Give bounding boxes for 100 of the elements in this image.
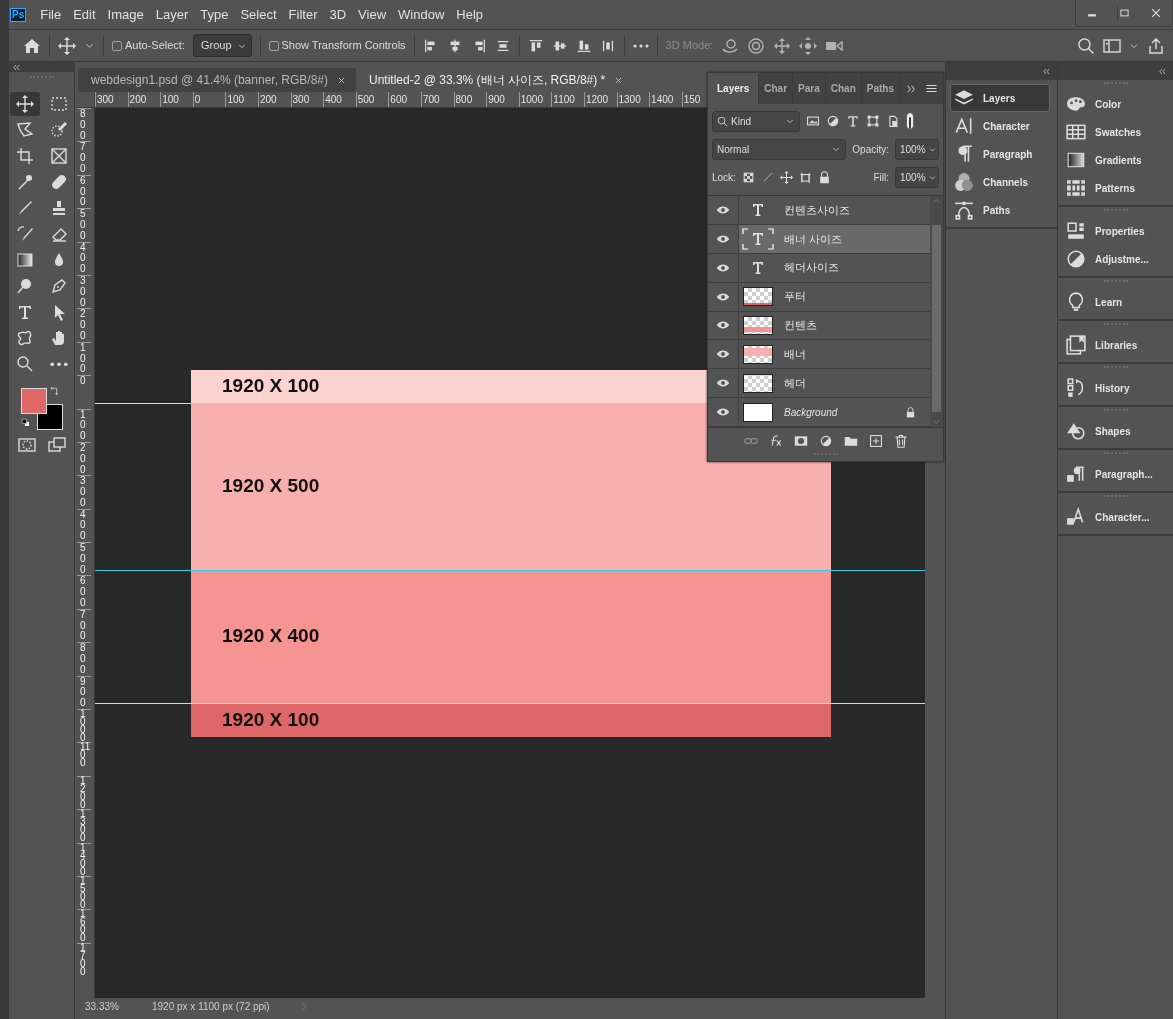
- menu-item[interactable]: File: [34, 4, 68, 25]
- layer-row[interactable]: 컨텐츠사이즈: [708, 196, 930, 225]
- lock-icon[interactable]: [905, 406, 916, 418]
- panel-item[interactable]: History: [1062, 374, 1168, 402]
- menu-item[interactable]: Image: [101, 4, 150, 25]
- layer-row[interactable]: 배너 사이즈: [708, 224, 930, 254]
- ruler-label: 1700: [77, 942, 91, 977]
- trash-icon[interactable]: [893, 433, 908, 448]
- align-icon[interactable]: [527, 37, 544, 54]
- fill-field[interactable]: 100%: [895, 166, 939, 188]
- panel-item[interactable]: Shapes: [1062, 417, 1168, 445]
- checkbox-label[interactable]: Auto-Select:: [125, 37, 185, 54]
- fill-label: Fill:: [873, 170, 889, 185]
- layer-thumbnail: [743, 402, 773, 422]
- panel-item[interactable]: Color: [1062, 90, 1168, 118]
- panel-item[interactable]: Learn: [1062, 288, 1168, 316]
- shape-filter-icon[interactable]: [866, 114, 880, 128]
- panel-item[interactable]: Patterns: [1062, 174, 1168, 202]
- panel-item[interactable]: Layers: [950, 84, 1050, 112]
- menu-item[interactable]: View: [352, 4, 393, 25]
- opacity-field[interactable]: 100%: [895, 138, 939, 160]
- layer-row[interactable]: 푸터: [708, 282, 930, 312]
- share-icon[interactable]: [1147, 36, 1165, 55]
- new-layer-icon[interactable]: [868, 433, 883, 448]
- layer-name: 배너: [784, 347, 806, 363]
- menu-item[interactable]: Select: [234, 4, 283, 25]
- document-tab[interactable]: webdesign1.psd @ 41.4% (banner, RGB/8#): [78, 68, 356, 92]
- pixel-filter-icon[interactable]: [806, 114, 820, 128]
- menu-item[interactable]: Layer: [149, 4, 195, 25]
- panel-item[interactable]: Character: [950, 112, 1050, 140]
- fx-icon[interactable]: [768, 433, 783, 448]
- smart-object-filter-icon[interactable]: [886, 114, 900, 128]
- adjustment-filter-icon[interactable]: [826, 114, 840, 128]
- dropdown[interactable]: Group: [192, 34, 252, 57]
- filter-dropdown[interactable]: Kind: [712, 110, 800, 132]
- collapse-icon[interactable]: [1042, 66, 1051, 76]
- home-icon[interactable]: [23, 36, 41, 55]
- close-icon[interactable]: [337, 75, 346, 85]
- screen-mode-icon[interactable]: [47, 436, 66, 454]
- maximize-icon[interactable]: [1117, 6, 1131, 20]
- panel-tab[interactable]: Chan: [825, 73, 862, 104]
- layer-row[interactable]: Background: [708, 398, 930, 427]
- quick-mask-icon[interactable]: [17, 436, 36, 454]
- panel-item[interactable]: Properties: [1062, 217, 1168, 245]
- ruler-label: 700: [77, 141, 91, 175]
- collapse-icon[interactable]: [1158, 66, 1167, 76]
- lock-icon[interactable]: [817, 170, 831, 184]
- adjustment-icon[interactable]: [818, 433, 833, 448]
- orbit-icon[interactable]: [721, 36, 740, 55]
- color-swatches[interactable]: [20, 388, 63, 430]
- panel-item[interactable]: Character...: [1062, 503, 1168, 531]
- workspace-icon[interactable]: [1103, 36, 1121, 55]
- color-icon: [1066, 94, 1086, 114]
- checker-icon[interactable]: [741, 170, 755, 184]
- close-icon[interactable]: [614, 75, 624, 85]
- layer-thumbnail: [743, 373, 773, 393]
- layer-row[interactable]: 헤더: [708, 369, 930, 399]
- menu-item[interactable]: Type: [194, 4, 235, 25]
- panel-item[interactable]: Libraries: [1062, 331, 1168, 359]
- default-colors-icon[interactable]: [20, 418, 31, 428]
- menu-item[interactable]: Filter: [282, 4, 324, 25]
- more-icon[interactable]: [632, 43, 649, 48]
- zoom-level[interactable]: 33.33%: [85, 999, 152, 1014]
- mask-icon[interactable]: [793, 433, 808, 448]
- panel-tab[interactable]: Para: [793, 73, 826, 104]
- type-filter-icon[interactable]: [846, 114, 860, 128]
- checkbox[interactable]: [112, 40, 122, 51]
- panel-item[interactable]: Paragraph...: [1062, 460, 1168, 488]
- close-icon[interactable]: [1149, 6, 1163, 20]
- layer-row[interactable]: 배너: [708, 340, 930, 370]
- panel-tab[interactable]: Char: [759, 73, 794, 104]
- roll-icon[interactable]: [747, 36, 766, 55]
- layer-row[interactable]: 헤더사이즈: [708, 253, 930, 283]
- panel-item[interactable]: Gradients: [1062, 146, 1168, 174]
- panel-item[interactable]: Swatches: [1062, 118, 1168, 146]
- panel-item[interactable]: Channels: [950, 168, 1050, 196]
- layer-row[interactable]: 컨텐츠: [708, 311, 930, 341]
- blend-mode-dropdown[interactable]: Normal: [712, 138, 847, 160]
- checkbox-label[interactable]: Show Transform Controls: [281, 37, 406, 54]
- panel-item[interactable]: Adjustme...: [1062, 245, 1168, 273]
- panel-item[interactable]: Paragraph: [950, 140, 1050, 168]
- panel-tab[interactable]: Paths: [861, 73, 900, 104]
- menu-item[interactable]: 3D: [323, 4, 353, 25]
- artboard-icon[interactable]: [798, 170, 812, 184]
- pan-icon[interactable]: [773, 36, 792, 55]
- panel-tab[interactable]: Layers: [708, 73, 760, 104]
- checkbox[interactable]: [268, 40, 279, 51]
- menu-icon[interactable]: [925, 82, 938, 95]
- swatches-icon: [1066, 122, 1086, 142]
- move-tool[interactable]: [9, 92, 40, 116]
- search-icon[interactable]: [1077, 36, 1095, 55]
- move-icon[interactable]: [58, 36, 76, 55]
- menu-item[interactable]: Edit: [67, 4, 102, 25]
- collapse-icon[interactable]: [12, 62, 21, 72]
- menu-item[interactable]: Window: [392, 4, 451, 25]
- move-icon[interactable]: [779, 170, 793, 184]
- swap-icon[interactable]: [49, 386, 60, 396]
- filter-toggle[interactable]: [906, 112, 914, 130]
- menu-item[interactable]: Help: [450, 4, 490, 25]
- panel-item[interactable]: Paths: [950, 196, 1050, 224]
